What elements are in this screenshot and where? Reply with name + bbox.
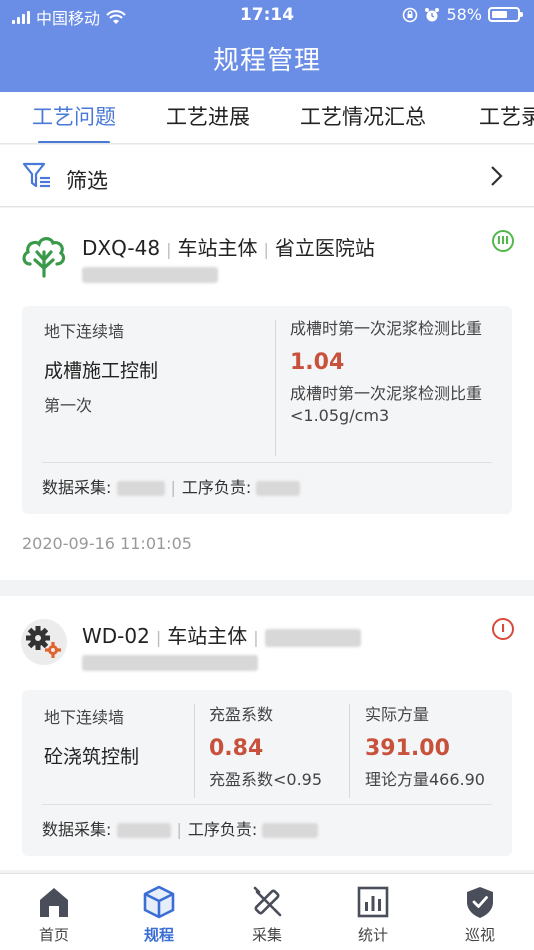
tools-icon: [253, 886, 282, 917]
divider: [194, 704, 195, 798]
tab-bar: 工艺问题 工艺进展 工艺情况汇总 工艺录: [0, 92, 534, 144]
tree-icon: [22, 237, 66, 278]
structure-code: WD-02: [82, 624, 150, 648]
card-title: DXQ-48 | 车站主体 | 省立医院站: [82, 236, 375, 260]
divider: [42, 462, 492, 463]
rotation-lock-icon: [403, 7, 418, 22]
card-header: WD-02 | 车站主体 | I: [20, 618, 514, 678]
level-badge: III: [492, 230, 514, 252]
metric-standard: 充盈系数<0.95: [209, 770, 323, 789]
tabbar-label: 首页: [38, 926, 69, 944]
top-bar: 中国移动 17:14 58% 规程管理: [0, 0, 534, 92]
shield-icon: [467, 887, 493, 918]
gears-icon: [21, 619, 67, 665]
tabbar-item-collect[interactable]: 采集: [227, 884, 307, 945]
tab-process-record[interactable]: 工艺录: [479, 92, 534, 143]
structure-part: 车站主体: [177, 236, 258, 260]
structure-part: 车站主体: [167, 624, 248, 648]
divider: [275, 320, 276, 456]
redacted-station: [264, 628, 361, 647]
home-icon: [40, 888, 68, 917]
tabbar-label: 规程: [143, 926, 174, 944]
station-name: 省立医院站: [274, 236, 375, 260]
tab-label: 工艺情况汇总: [300, 105, 426, 129]
metric-standard: 理论方量466.90: [365, 770, 485, 789]
alarm-icon: [425, 7, 440, 21]
tab-label: 工艺录: [479, 105, 534, 129]
responsibility-row: 数据采集: | 工序负责:: [42, 816, 319, 840]
metric-value: 391.00: [365, 736, 450, 761]
metric-value: 0.84: [209, 736, 264, 761]
occurrence-label: 第一次: [44, 396, 93, 415]
tabbar-label: 巡视: [464, 926, 495, 944]
metric-name: 成槽时第一次泥浆检测比重: [290, 319, 483, 338]
timestamp: 2020-09-16 11:01:05: [22, 534, 192, 553]
tab-label: 工艺进展: [166, 105, 250, 129]
redacted-subtitle: [82, 652, 258, 671]
active-tab-indicator: [38, 141, 110, 143]
issue-card[interactable]: DXQ-48 | 车站主体 | 省立医院站 III 地下连续墙 成槽施工控制 第一次 成…: [0, 208, 534, 580]
tabbar-label: 采集: [251, 926, 282, 944]
filter-label: 筛选: [66, 169, 108, 193]
tab-process-summary[interactable]: 工艺情况汇总: [300, 92, 426, 143]
tab-process-progress[interactable]: 工艺进展: [166, 92, 250, 143]
collector-label: 数据采集:: [42, 820, 112, 839]
tab-label: 工艺问题: [32, 105, 116, 129]
tabbar-item-stats[interactable]: 统计: [333, 884, 413, 945]
status-bar: 中国移动 17:14 58%: [0, 0, 534, 30]
battery-percent: 58%: [446, 5, 482, 24]
responsibility-row: 数据采集: | 工序负责:: [42, 474, 301, 498]
tabbar-item-home[interactable]: 首页: [14, 884, 94, 945]
chart-icon: [357, 886, 389, 918]
card-header: DXQ-48 | 车站主体 | 省立医院站 III: [20, 230, 514, 290]
filter-row[interactable]: 筛选: [0, 145, 534, 207]
chevron-right-icon: [491, 166, 503, 186]
tabbar-label: 统计: [357, 926, 388, 944]
page-title: 规程管理: [212, 46, 321, 76]
cube-icon: [143, 885, 175, 919]
metric-value: 1.04: [290, 350, 345, 375]
redacted-subtitle: [82, 264, 218, 283]
metric-standard: 成槽时第一次泥浆检测比重<1.05g/cm3: [290, 384, 483, 425]
tabbar-item-procedures[interactable]: 规程: [119, 884, 199, 945]
battery-icon: [488, 7, 523, 22]
metric-name: 实际方量: [365, 705, 430, 724]
tab-process-issues[interactable]: 工艺问题: [32, 92, 116, 143]
level-badge: I: [492, 618, 514, 640]
redacted-name: [116, 823, 171, 838]
filter-icon: [22, 162, 50, 188]
issue-detail-panel: 地下连续墙 砼浇筑控制 充盈系数 0.84 充盈系数<0.95 实际方量 391…: [22, 690, 512, 856]
process-name: 砼浇筑控制: [44, 746, 140, 768]
issue-card[interactable]: WD-02 | 车站主体 | I 地下连续墙 砼浇筑控制 充盈系数 0.84 充盈系数…: [0, 596, 534, 870]
card-title: WD-02 | 车站主体 |: [82, 620, 361, 649]
issue-detail-panel: 地下连续墙 成槽施工控制 第一次 成槽时第一次泥浆检测比重 1.04 成槽时第一…: [22, 306, 512, 514]
metric-name: 充盈系数: [209, 705, 274, 724]
redacted-name: [256, 481, 301, 496]
collector-label: 数据采集:: [42, 478, 112, 497]
bottom-tab-bar: 首页 规程 采集 统计 巡视: [0, 873, 534, 950]
structure-code: DXQ-48: [82, 236, 161, 260]
category-label: 地下连续墙: [44, 322, 125, 341]
redacted-name: [262, 823, 319, 838]
tabbar-item-patrol[interactable]: 巡视: [440, 884, 520, 945]
category-label: 地下连续墙: [44, 708, 125, 727]
redacted-name: [116, 481, 165, 496]
divider: [349, 704, 350, 798]
divider: [42, 804, 492, 805]
owner-label: 工序负责:: [181, 478, 252, 497]
owner-label: 工序负责:: [187, 820, 258, 839]
process-name: 成槽施工控制: [44, 360, 159, 382]
